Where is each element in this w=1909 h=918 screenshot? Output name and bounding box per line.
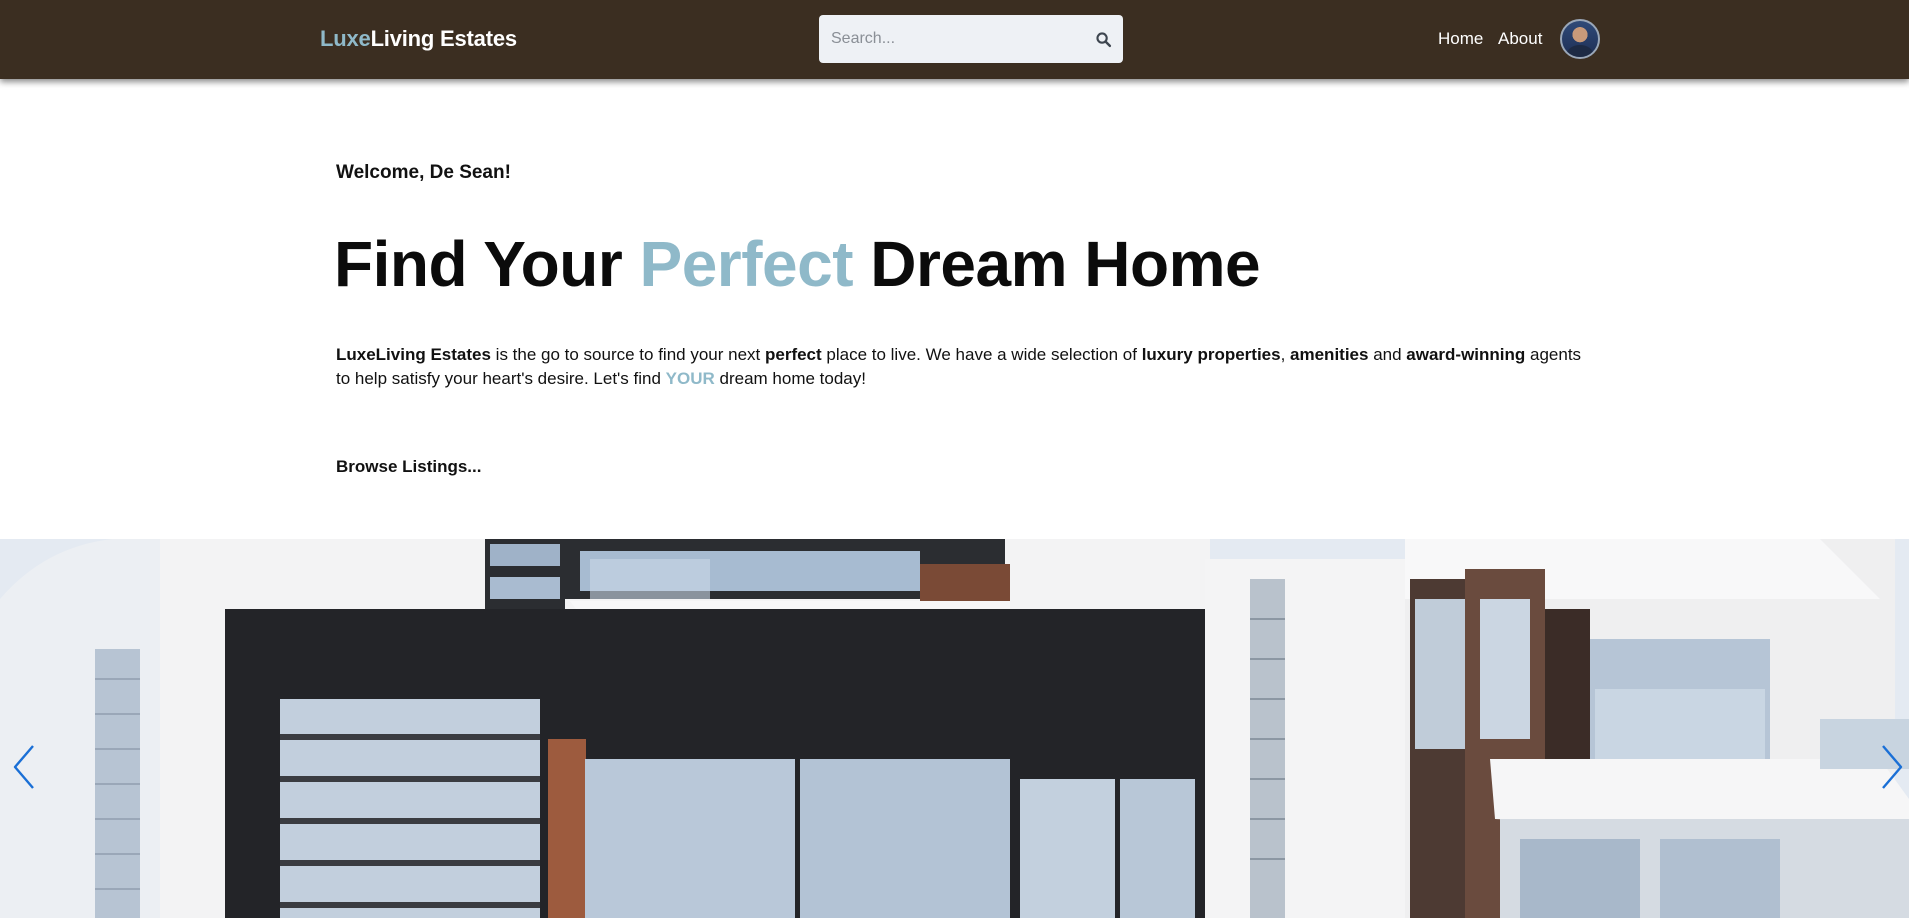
welcome-message: Welcome, De Sean! <box>336 162 511 183</box>
browse-listings-link[interactable]: Browse Listings... <box>336 457 481 477</box>
search-bar <box>819 15 1123 63</box>
property-carousel <box>0 539 1909 918</box>
intro-perfect: perfect <box>764 345 822 364</box>
carousel-slide-image <box>0 539 1909 918</box>
intro-paragraph: LuxeLiving Estates is the go to source t… <box>336 343 1596 391</box>
page-title: Find Your Perfect Dream Home <box>334 228 1261 302</box>
user-avatar[interactable] <box>1560 19 1600 59</box>
chevron-left-icon <box>13 745 34 789</box>
navbar: LuxeLiving Estates Home About <box>0 0 1909 79</box>
intro-award: award-winning <box>1406 345 1526 364</box>
intro-text-4: and <box>1368 345 1407 364</box>
headline-part2: Dream Home <box>853 228 1261 300</box>
search-button[interactable] <box>1083 15 1123 63</box>
chevron-right-icon <box>1882 745 1903 789</box>
intro-text-6: dream home today! <box>714 369 866 388</box>
nav-about-link[interactable]: About <box>1498 29 1542 49</box>
search-input[interactable] <box>819 15 1083 63</box>
intro-luxury: luxury properties <box>1141 345 1281 364</box>
intro-text-2: place to live. We have a wide selection … <box>821 345 1142 364</box>
avatar-figure <box>1567 45 1593 57</box>
nav-home-link[interactable]: Home <box>1438 29 1483 49</box>
carousel-next-button[interactable] <box>1874 739 1909 795</box>
headline-part1: Find Your <box>334 228 640 300</box>
intro-your: YOUR <box>665 369 715 388</box>
brand-rest: Living Estates <box>370 26 518 51</box>
intro-text-3: , <box>1280 345 1291 364</box>
intro-amenities: amenities <box>1290 345 1369 364</box>
headline-accent: Perfect <box>639 228 854 300</box>
search-icon <box>1095 31 1111 47</box>
intro-text-1: is the go to source to find your next <box>490 345 765 364</box>
brand-accent: Luxe <box>320 26 371 51</box>
intro-brand: LuxeLiving Estates <box>336 345 491 364</box>
brand-logo[interactable]: LuxeLiving Estates <box>320 26 517 52</box>
carousel-prev-button[interactable] <box>6 739 42 795</box>
